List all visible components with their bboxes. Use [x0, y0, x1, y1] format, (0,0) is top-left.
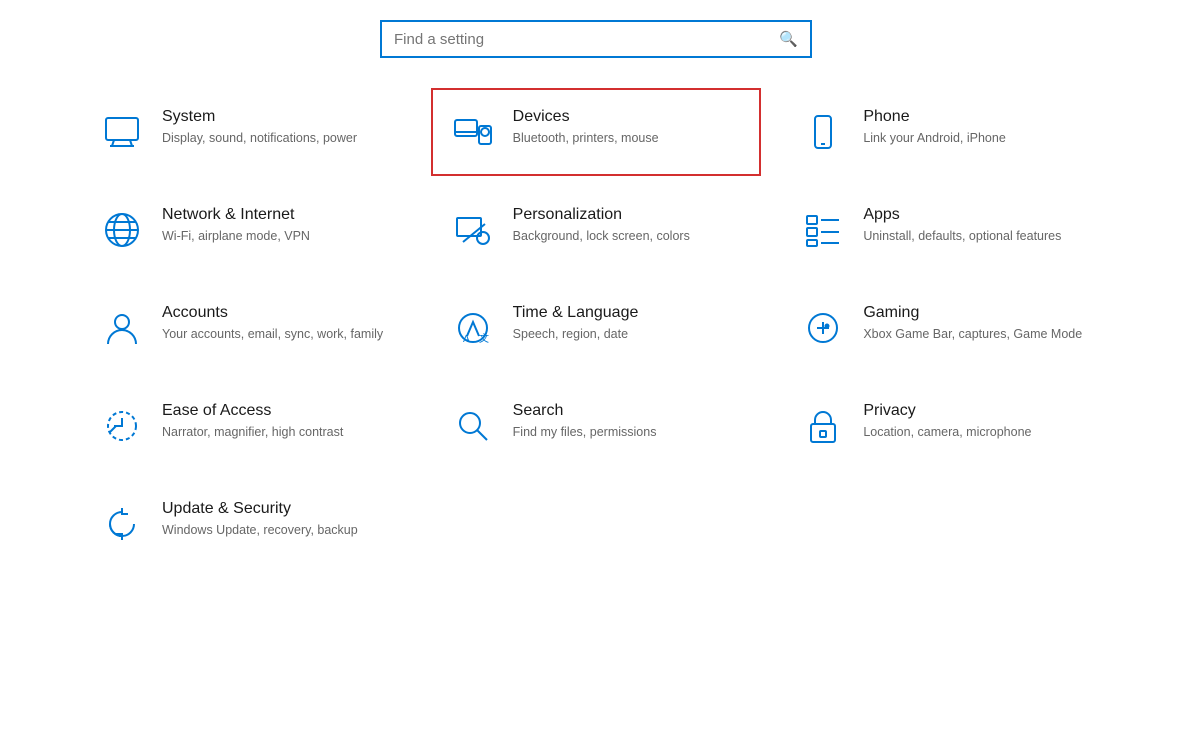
setting-title-search: Search: [513, 402, 657, 420]
setting-text-network: Network & Internet Wi-Fi, airplane mode, …: [162, 206, 310, 246]
search-box: 🔍: [380, 20, 812, 58]
setting-desc-update: Windows Update, recovery, backup: [162, 522, 358, 540]
setting-desc-gaming: Xbox Game Bar, captures, Game Mode: [863, 326, 1082, 344]
setting-title-phone: Phone: [863, 108, 1005, 126]
setting-title-gaming: Gaming: [863, 304, 1082, 322]
search-input[interactable]: [394, 31, 779, 48]
setting-desc-ease: Narrator, magnifier, high contrast: [162, 424, 343, 442]
network-icon: [98, 206, 146, 254]
setting-item-apps[interactable]: Apps Uninstall, defaults, optional featur…: [781, 186, 1112, 274]
setting-item-network[interactable]: Network & Internet Wi-Fi, airplane mode, …: [80, 186, 411, 274]
setting-text-apps: Apps Uninstall, defaults, optional featur…: [863, 206, 1061, 246]
svg-text:A: A: [463, 334, 470, 345]
setting-desc-phone: Link your Android, iPhone: [863, 130, 1005, 148]
setting-item-update[interactable]: Update & Security Windows Update, recover…: [80, 480, 411, 568]
setting-item-gaming[interactable]: Gaming Xbox Game Bar, captures, Game Mode: [781, 284, 1112, 372]
ease-icon: [98, 402, 146, 450]
setting-text-accounts: Accounts Your accounts, email, sync, work…: [162, 304, 383, 344]
setting-text-time: Time & Language Speech, region, date: [513, 304, 639, 344]
setting-desc-time: Speech, region, date: [513, 326, 639, 344]
setting-item-privacy[interactable]: Privacy Location, camera, microphone: [781, 382, 1112, 470]
setting-desc-network: Wi-Fi, airplane mode, VPN: [162, 228, 310, 246]
time-icon: A 文: [449, 304, 497, 352]
settings-grid: System Display, sound, notifications, pow…: [0, 88, 1192, 568]
search-icon: [449, 402, 497, 450]
setting-desc-accounts: Your accounts, email, sync, work, family: [162, 326, 383, 344]
setting-title-update: Update & Security: [162, 500, 358, 518]
svg-text:文: 文: [479, 332, 489, 345]
system-icon: [98, 108, 146, 156]
personalization-icon: [449, 206, 497, 254]
setting-desc-system: Display, sound, notifications, power: [162, 130, 357, 148]
setting-desc-personalization: Background, lock screen, colors: [513, 228, 690, 246]
setting-text-ease: Ease of Access Narrator, magnifier, high …: [162, 402, 343, 442]
search-icon: 🔍: [779, 30, 798, 48]
setting-text-gaming: Gaming Xbox Game Bar, captures, Game Mode: [863, 304, 1082, 344]
setting-desc-devices: Bluetooth, printers, mouse: [513, 130, 659, 148]
setting-title-devices: Devices: [513, 108, 659, 126]
setting-title-network: Network & Internet: [162, 206, 310, 224]
setting-item-ease[interactable]: Ease of Access Narrator, magnifier, high …: [80, 382, 411, 470]
setting-item-accounts[interactable]: Accounts Your accounts, email, sync, work…: [80, 284, 411, 372]
setting-text-phone: Phone Link your Android, iPhone: [863, 108, 1005, 148]
setting-title-accounts: Accounts: [162, 304, 383, 322]
setting-item-system[interactable]: System Display, sound, notifications, pow…: [80, 88, 411, 176]
setting-desc-apps: Uninstall, defaults, optional features: [863, 228, 1061, 246]
phone-icon: [799, 108, 847, 156]
setting-text-update: Update & Security Windows Update, recover…: [162, 500, 358, 540]
accounts-icon: [98, 304, 146, 352]
setting-item-search[interactable]: Search Find my files, permissions: [431, 382, 762, 470]
setting-text-system: System Display, sound, notifications, pow…: [162, 108, 357, 148]
setting-title-system: System: [162, 108, 357, 126]
setting-desc-privacy: Location, camera, microphone: [863, 424, 1031, 442]
setting-text-privacy: Privacy Location, camera, microphone: [863, 402, 1031, 442]
setting-text-search: Search Find my files, permissions: [513, 402, 657, 442]
update-icon: [98, 500, 146, 548]
devices-icon: [449, 108, 497, 156]
setting-title-ease: Ease of Access: [162, 402, 343, 420]
setting-title-privacy: Privacy: [863, 402, 1031, 420]
setting-text-devices: Devices Bluetooth, printers, mouse: [513, 108, 659, 148]
setting-desc-search: Find my files, permissions: [513, 424, 657, 442]
setting-title-apps: Apps: [863, 206, 1061, 224]
setting-item-personalization[interactable]: Personalization Background, lock screen, …: [431, 186, 762, 274]
search-bar: 🔍: [0, 0, 1192, 88]
setting-item-phone[interactable]: Phone Link your Android, iPhone: [781, 88, 1112, 176]
apps-icon: [799, 206, 847, 254]
setting-title-personalization: Personalization: [513, 206, 690, 224]
privacy-icon: [799, 402, 847, 450]
setting-item-time[interactable]: A 文 Time & Language Speech, region, date: [431, 284, 762, 372]
setting-item-devices[interactable]: Devices Bluetooth, printers, mouse: [431, 88, 762, 176]
gaming-icon: [799, 304, 847, 352]
setting-title-time: Time & Language: [513, 304, 639, 322]
setting-text-personalization: Personalization Background, lock screen, …: [513, 206, 690, 246]
